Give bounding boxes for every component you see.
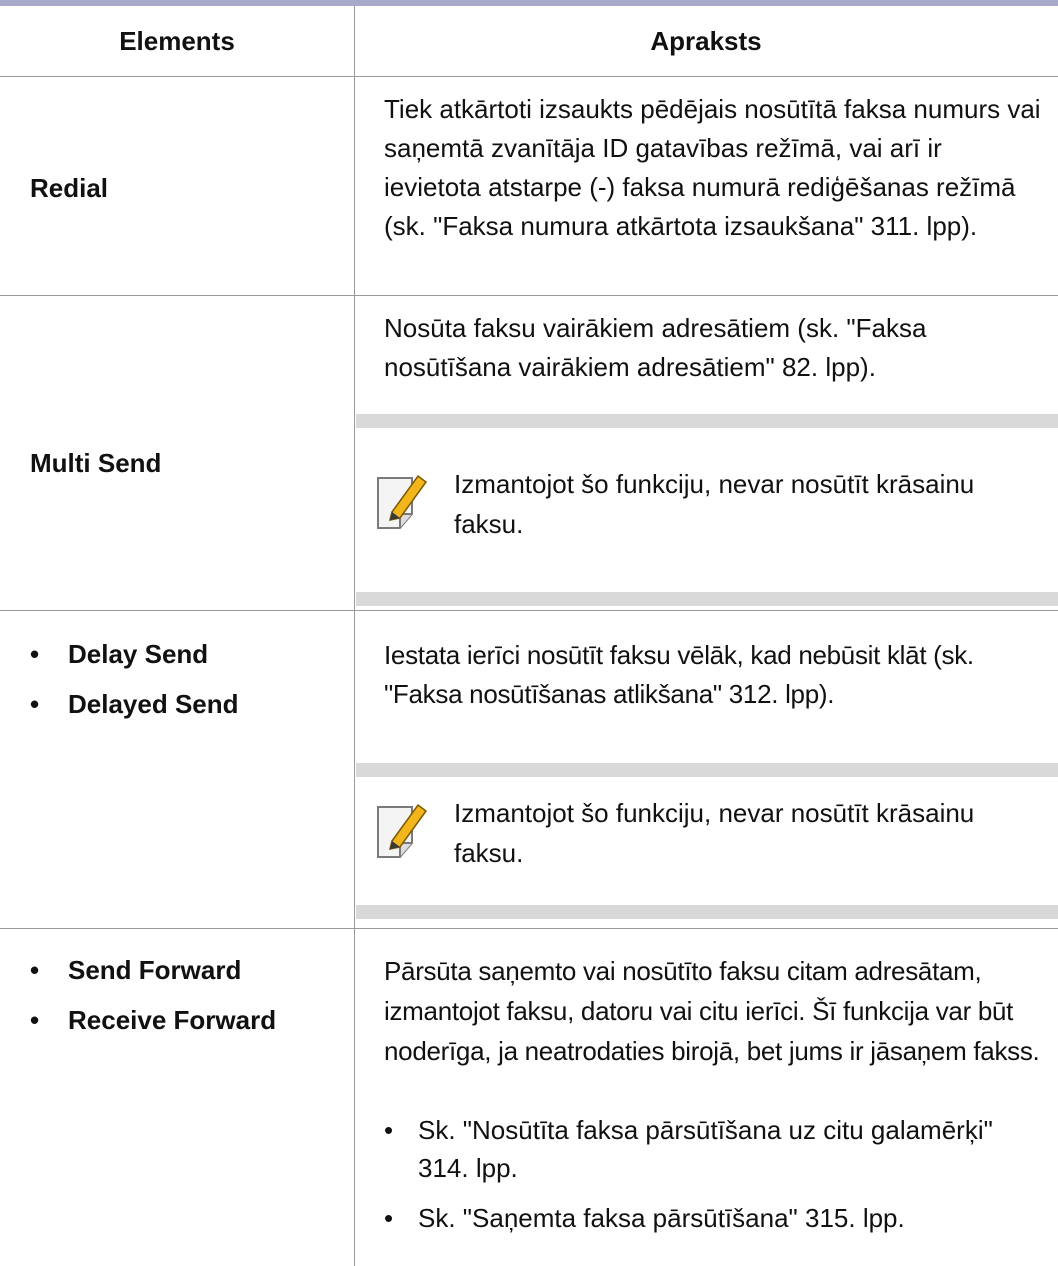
bullet-glyph: • (384, 1203, 394, 1233)
bullet-glyph: • (30, 639, 40, 669)
list-item-text: Sk. "Saņemta faksa pārsūtīšana" 315. lpp… (418, 1203, 905, 1233)
note-band-top (356, 763, 1058, 777)
bullet-glyph: • (30, 689, 40, 719)
bullet-glyph: • (30, 1005, 40, 1035)
table-row: • Delay Send • Delayed Send Iestata ierī… (0, 611, 1058, 929)
header-elements: Elements (119, 26, 235, 56)
table-row: • Send Forward • Receive Forward Pārsūta… (0, 929, 1058, 1266)
note-text: Izmantojot šo funkciju, nevar nosūtīt kr… (454, 469, 975, 539)
table-row: Redial Tiek atkārtoti izsaukts pēdējais … (0, 77, 1058, 296)
note-text: Izmantojot šo funkciju, nevar nosūtīt kr… (454, 798, 975, 868)
element-delay-send: Delay Send (68, 639, 209, 669)
table-row: Multi Send Nosūta faksu vairākiem adresā… (0, 296, 1058, 611)
note-box: Izmantojot šo funkciju, nevar nosūtīt kr… (356, 763, 1058, 919)
element-send-forward: Send Forward (68, 955, 242, 985)
table-header: Elements Apraksts (0, 6, 1058, 77)
bullet-glyph: • (384, 1115, 394, 1145)
pencil-note-icon (374, 472, 428, 532)
pencil-note-icon (374, 801, 428, 861)
description-multi-send: Nosūta faksu vairākiem adresātiem (sk. "… (384, 313, 927, 382)
description-delay-send: Iestata ierīci nosūtīt faksu vēlāk, kad … (384, 640, 974, 709)
note-band-top (356, 414, 1058, 428)
description-redial: Tiek atkārtoti izsaukts pēdējais nosūtīt… (384, 94, 1041, 241)
note-band-bottom (356, 592, 1058, 606)
header-description: Apraksts (650, 26, 762, 56)
description-forward: Pārsūta saņemto vai nosūtīto faksu citam… (384, 956, 1040, 1066)
element-multi-send: Multi Send (30, 448, 162, 478)
element-receive-forward: Receive Forward (68, 1005, 277, 1035)
element-redial: Redial (30, 173, 109, 203)
note-box: Izmantojot šo funkciju, nevar nosūtīt kr… (356, 414, 1058, 606)
note-band-bottom (356, 905, 1058, 919)
list-item-text: Sk. "Nosūtīta faksa pārsūtīšana uz citu … (418, 1115, 993, 1183)
bullet-glyph: • (30, 955, 40, 985)
element-delayed-send: Delayed Send (68, 689, 239, 719)
